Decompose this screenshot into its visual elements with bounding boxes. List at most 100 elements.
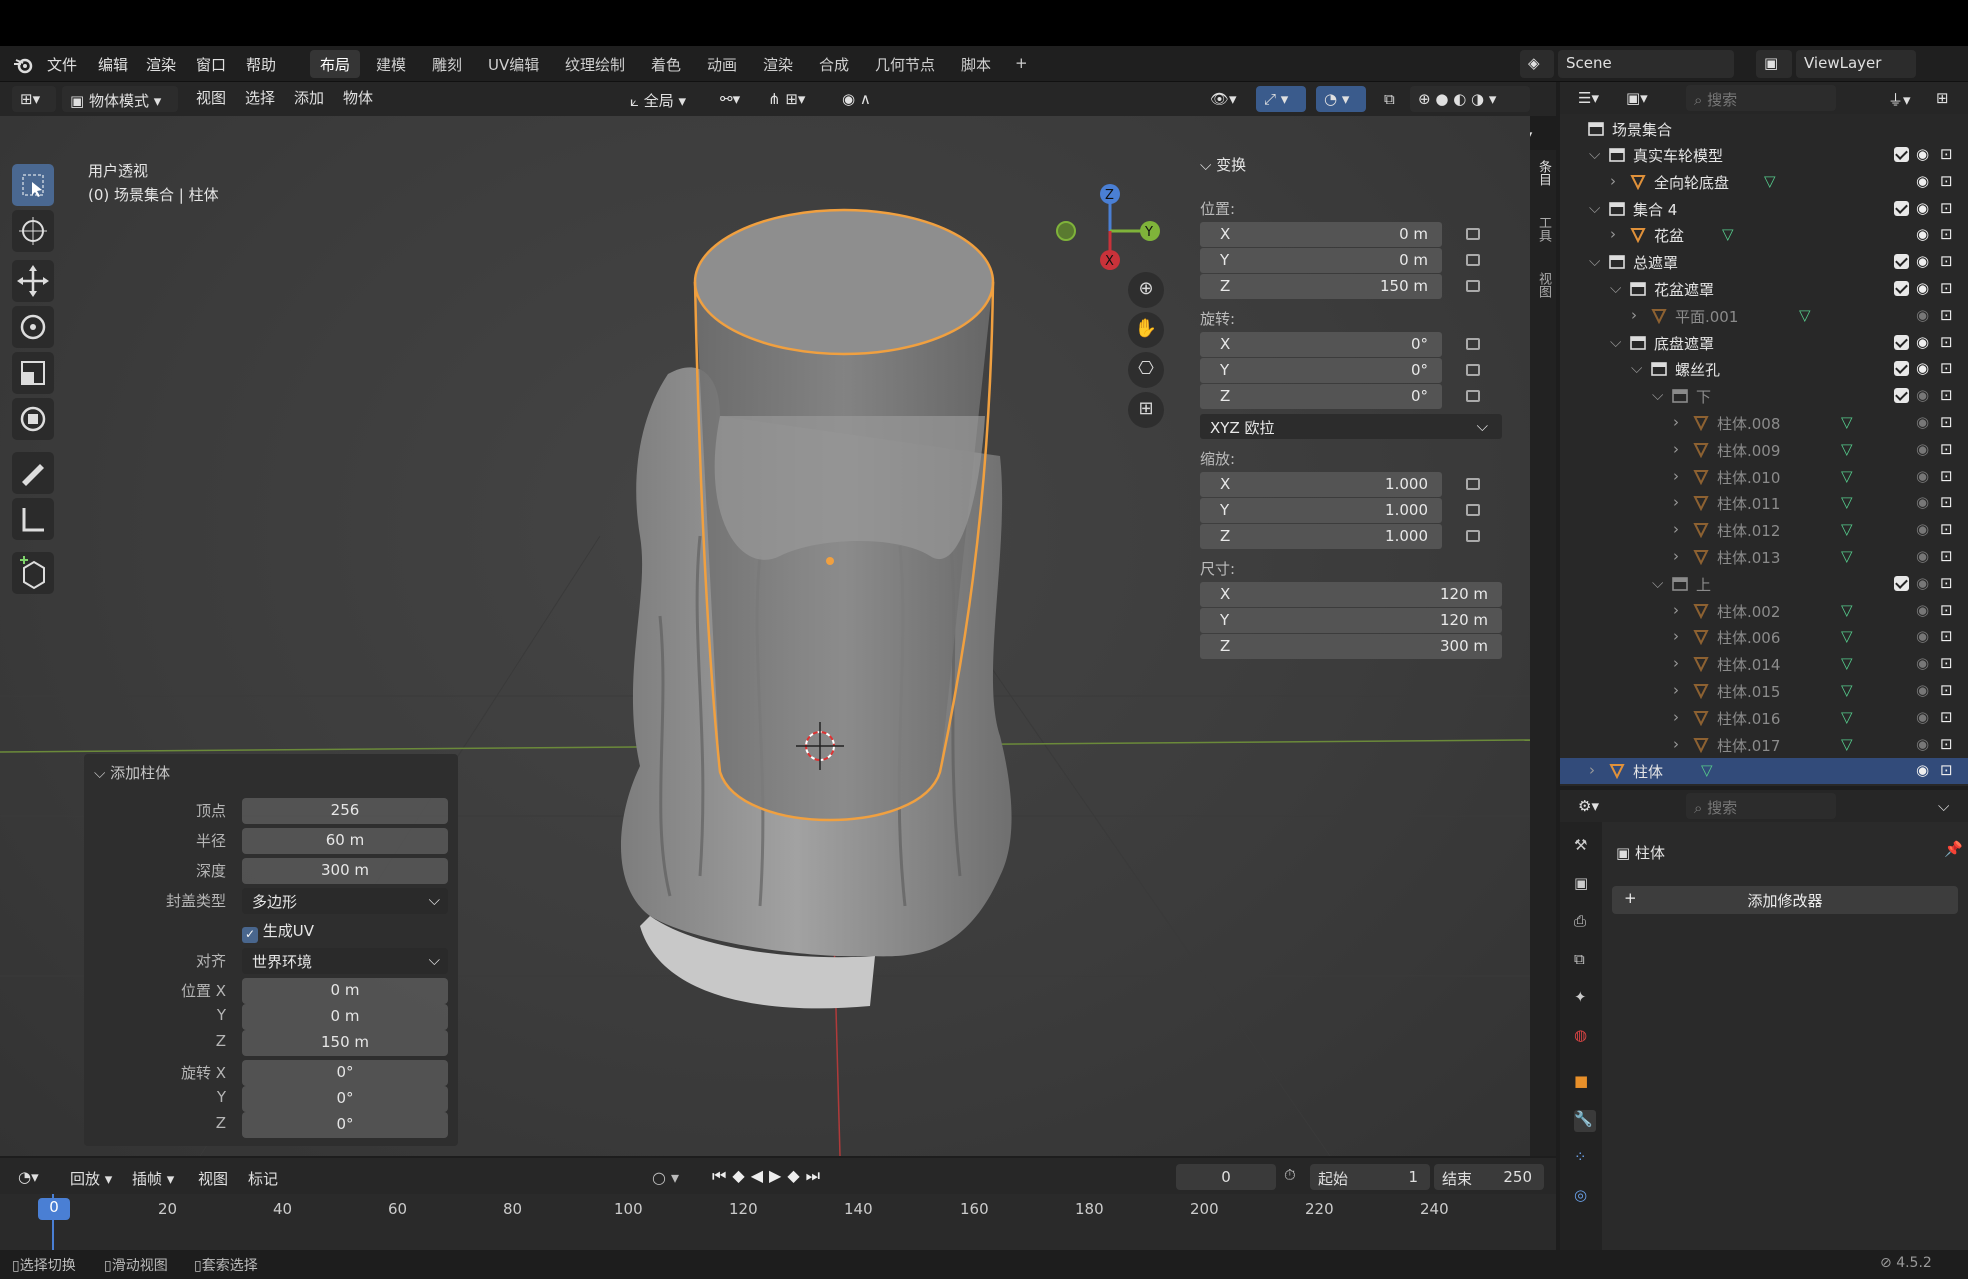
tab-geometry-nodes[interactable]: 几何节点 xyxy=(865,50,945,78)
play-icon[interactable]: ▶ xyxy=(769,1166,787,1185)
outliner-row[interactable]: › 柱体.006 ▽ ◉ ⊡ xyxy=(1560,624,1968,650)
mesh-data-icon[interactable]: ▽ xyxy=(1841,520,1853,538)
snap-toggle[interactable]: ⋔ ⊞▾ xyxy=(760,86,826,112)
chevron-right-icon[interactable]: › xyxy=(1673,520,1679,538)
chevron-down-icon[interactable]: ⌵ xyxy=(1610,279,1621,297)
rotation-z-field[interactable]: Z 0° xyxy=(1200,384,1442,409)
menu-add[interactable]: 添加 xyxy=(294,87,324,108)
eye-icon[interactable]: ◉ xyxy=(1916,145,1929,163)
menu-render[interactable]: 渲染 xyxy=(146,54,176,75)
render-camera-icon[interactable]: ⊡ xyxy=(1940,520,1953,538)
tab-uv-editing[interactable]: UV编辑 xyxy=(478,50,549,78)
render-camera-icon[interactable]: ⊡ xyxy=(1940,708,1953,726)
render-camera-icon[interactable]: ⊡ xyxy=(1940,467,1953,485)
xray-toggle[interactable]: ⧉ xyxy=(1376,86,1404,112)
measure-tool[interactable] xyxy=(12,498,54,540)
lock-icon[interactable] xyxy=(1466,478,1480,490)
mesh-data-icon[interactable]: ▽ xyxy=(1841,708,1853,726)
add-workspace-button[interactable]: + xyxy=(1005,50,1038,78)
add-cube-tool[interactable] xyxy=(12,552,54,594)
physics-icon[interactable]: ◎ xyxy=(1574,1186,1596,1208)
render-camera-icon[interactable]: ⊡ xyxy=(1940,761,1953,779)
outliner-root-row[interactable]: 场景集合 xyxy=(1560,116,1968,142)
outliner-row-selected[interactable]: › 柱体 ▽ ◉ ⊡ xyxy=(1560,758,1968,785)
mesh-data-icon[interactable]: ▽ xyxy=(1799,306,1811,324)
eye-icon[interactable]: ◉ xyxy=(1916,601,1929,619)
transform-tool[interactable] xyxy=(12,398,54,440)
tool-settings-icon[interactable]: ⚒ xyxy=(1574,836,1596,858)
menu-help[interactable]: 帮助 xyxy=(246,54,276,75)
menu-select[interactable]: 选择 xyxy=(245,87,275,108)
eye-icon[interactable]: ◉ xyxy=(1916,627,1929,645)
adjust-location-x-field[interactable]: 0 m xyxy=(242,978,448,1004)
zoom-icon[interactable]: ⊕ xyxy=(1128,272,1164,308)
chevron-right-icon[interactable]: › xyxy=(1673,627,1679,645)
chevron-right-icon[interactable]: › xyxy=(1610,225,1616,243)
outliner-row[interactable]: › 花盆 ▽ ◉ ⊡ xyxy=(1560,222,1968,248)
annotate-tool[interactable] xyxy=(12,452,54,494)
depth-field[interactable]: 300 m xyxy=(242,858,448,884)
render-camera-icon[interactable]: ⊡ xyxy=(1940,172,1953,190)
menu-edit[interactable]: 编辑 xyxy=(98,54,128,75)
render-camera-icon[interactable]: ⊡ xyxy=(1940,279,1953,297)
outliner-editor-type[interactable]: ☰▾ xyxy=(1570,85,1612,111)
new-collection-icon[interactable]: ⊞ xyxy=(1928,85,1960,111)
rotation-x-field[interactable]: X 0° xyxy=(1200,332,1442,357)
exclude-checkbox[interactable] xyxy=(1894,361,1909,377)
world-icon[interactable]: ◍ xyxy=(1574,1026,1596,1048)
exclude-checkbox[interactable] xyxy=(1894,147,1909,162)
properties-search-input[interactable]: ⌕ 搜索 xyxy=(1686,793,1836,819)
chevron-right-icon[interactable]: › xyxy=(1631,306,1637,324)
mesh-data-icon[interactable]: ▽ xyxy=(1764,172,1776,190)
outliner-row[interactable]: ⌵ 集合 4 ◉ ⊡ xyxy=(1560,196,1968,222)
mesh-data-icon[interactable]: ▽ xyxy=(1841,735,1853,753)
mesh-data-icon[interactable]: ▽ xyxy=(1841,681,1853,699)
jump-end-icon[interactable]: ⏭ xyxy=(806,1166,826,1185)
adjust-rotation-z-field[interactable]: 0° xyxy=(242,1112,448,1138)
eye-icon[interactable]: ◉ xyxy=(1916,520,1929,538)
scene-icon[interactable]: ✦ xyxy=(1574,988,1596,1010)
next-key-icon[interactable]: ◆ xyxy=(787,1166,805,1185)
chevron-right-icon[interactable]: › xyxy=(1673,601,1679,619)
eye-icon[interactable]: ◉ xyxy=(1916,333,1929,351)
rotate-tool[interactable] xyxy=(12,306,54,348)
eye-icon[interactable]: ◉ xyxy=(1916,735,1929,753)
navigation-gizmo[interactable]: Z Y X xyxy=(1050,176,1170,276)
tab-modeling[interactable]: 建模 xyxy=(366,50,416,78)
tab-shading[interactable]: 着色 xyxy=(641,50,691,78)
scene-type-dropdown[interactable]: ◈ xyxy=(1520,50,1554,78)
mesh-data-icon[interactable]: ▽ xyxy=(1722,225,1734,243)
eye-icon[interactable]: ◉ xyxy=(1916,306,1929,324)
rotation-y-field[interactable]: Y 0° xyxy=(1200,358,1442,383)
outliner-search-input[interactable]: ⌕ 搜索 xyxy=(1686,85,1836,111)
sidebar-tab-item[interactable]: 条目 xyxy=(1533,160,1553,186)
menu-playback[interactable]: 回放 ▾ xyxy=(70,1168,112,1189)
scene-selector[interactable]: Scene xyxy=(1558,50,1734,78)
lock-icon[interactable] xyxy=(1466,280,1480,292)
mode-dropdown[interactable]: ▣ 物体模式 ▾ xyxy=(62,86,178,112)
chevron-right-icon[interactable]: › xyxy=(1673,467,1679,485)
auto-keying-icon[interactable]: ○ ▾ xyxy=(652,1168,679,1187)
mesh-data-icon[interactable]: ▽ xyxy=(1841,627,1853,645)
outliner-row[interactable]: › 柱体.015 ▽ ◉ ⊡ xyxy=(1560,678,1968,704)
render-camera-icon[interactable]: ⊡ xyxy=(1940,413,1953,431)
mesh-data-icon[interactable]: ▽ xyxy=(1841,467,1853,485)
prev-key-icon[interactable]: ◆ xyxy=(732,1166,750,1185)
eye-icon[interactable]: ◉ xyxy=(1916,574,1929,592)
render-camera-icon[interactable]: ⊡ xyxy=(1940,199,1953,217)
proportional-edit-toggle[interactable]: ◉ ∧ xyxy=(834,86,890,112)
lock-icon[interactable] xyxy=(1466,338,1480,350)
play-reverse-icon[interactable]: ◀ xyxy=(751,1166,769,1185)
render-camera-icon[interactable]: ⊡ xyxy=(1940,493,1953,511)
tab-sculpting[interactable]: 雕刻 xyxy=(422,50,472,78)
tab-compositing[interactable]: 合成 xyxy=(809,50,859,78)
outliner-row[interactable]: › 柱体.011 ▽ ◉ ⊡ xyxy=(1560,490,1968,516)
eye-icon[interactable]: ◉ xyxy=(1916,681,1929,699)
align-dropdown[interactable]: 世界环境 ⌵ xyxy=(242,948,448,974)
chevron-right-icon[interactable]: › xyxy=(1673,493,1679,511)
generate-uv-checkbox[interactable]: ✓ 生成UV xyxy=(242,920,314,943)
pin-icon[interactable]: 📌 xyxy=(1944,840,1963,858)
start-frame-field[interactable]: 起始 1 xyxy=(1310,1164,1430,1190)
scale-x-field[interactable]: X 1.000 xyxy=(1200,472,1442,497)
menu-timeline-view[interactable]: 视图 xyxy=(198,1168,228,1189)
